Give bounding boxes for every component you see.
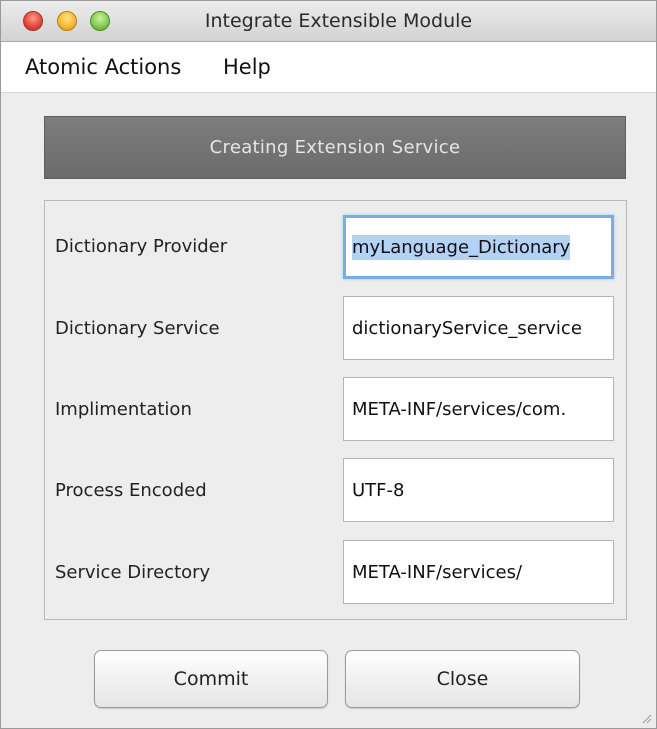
label-dictionary-provider: Dictionary Provider [55,236,228,257]
label-implimentation: Implimentation [55,399,192,420]
service-directory-field[interactable]: META-INF/services/ [343,540,614,604]
commit-button[interactable]: Commit [94,650,328,708]
dictionary-service-field[interactable]: dictionaryService_service [343,296,614,360]
resize-grip-icon[interactable] [640,712,652,724]
window-title: Integrate Extensible Module [204,10,473,32]
dialog-window: Integrate Extensible Module Atomic Actio… [0,0,657,729]
title-bar[interactable]: Integrate Extensible Module [1,1,656,42]
label-dictionary-service: Dictionary Service [55,318,220,339]
section-banner: Creating Extension Service [44,116,626,179]
service-directory-value: META-INF/services/ [352,561,523,583]
menu-help[interactable]: Help [223,55,271,79]
implimentation-field[interactable]: META-INF/services/com. [343,377,614,441]
label-service-directory: Service Directory [55,562,211,583]
process-encoded-field[interactable]: UTF-8 [343,458,614,522]
label-process-encoded: Process Encoded [55,480,207,501]
implimentation-value: META-INF/services/com. [352,398,567,420]
menu-bar: Atomic Actions Help [1,42,656,93]
process-encoded-value: UTF-8 [352,479,405,501]
menu-atomic-actions[interactable]: Atomic Actions [25,55,181,79]
dictionary-provider-field[interactable]: myLanguage_Dictionary [343,215,614,279]
dictionary-service-value: dictionaryService_service [352,317,582,339]
close-button[interactable]: Close [345,650,580,708]
dictionary-provider-value: myLanguage_Dictionary [352,234,571,260]
